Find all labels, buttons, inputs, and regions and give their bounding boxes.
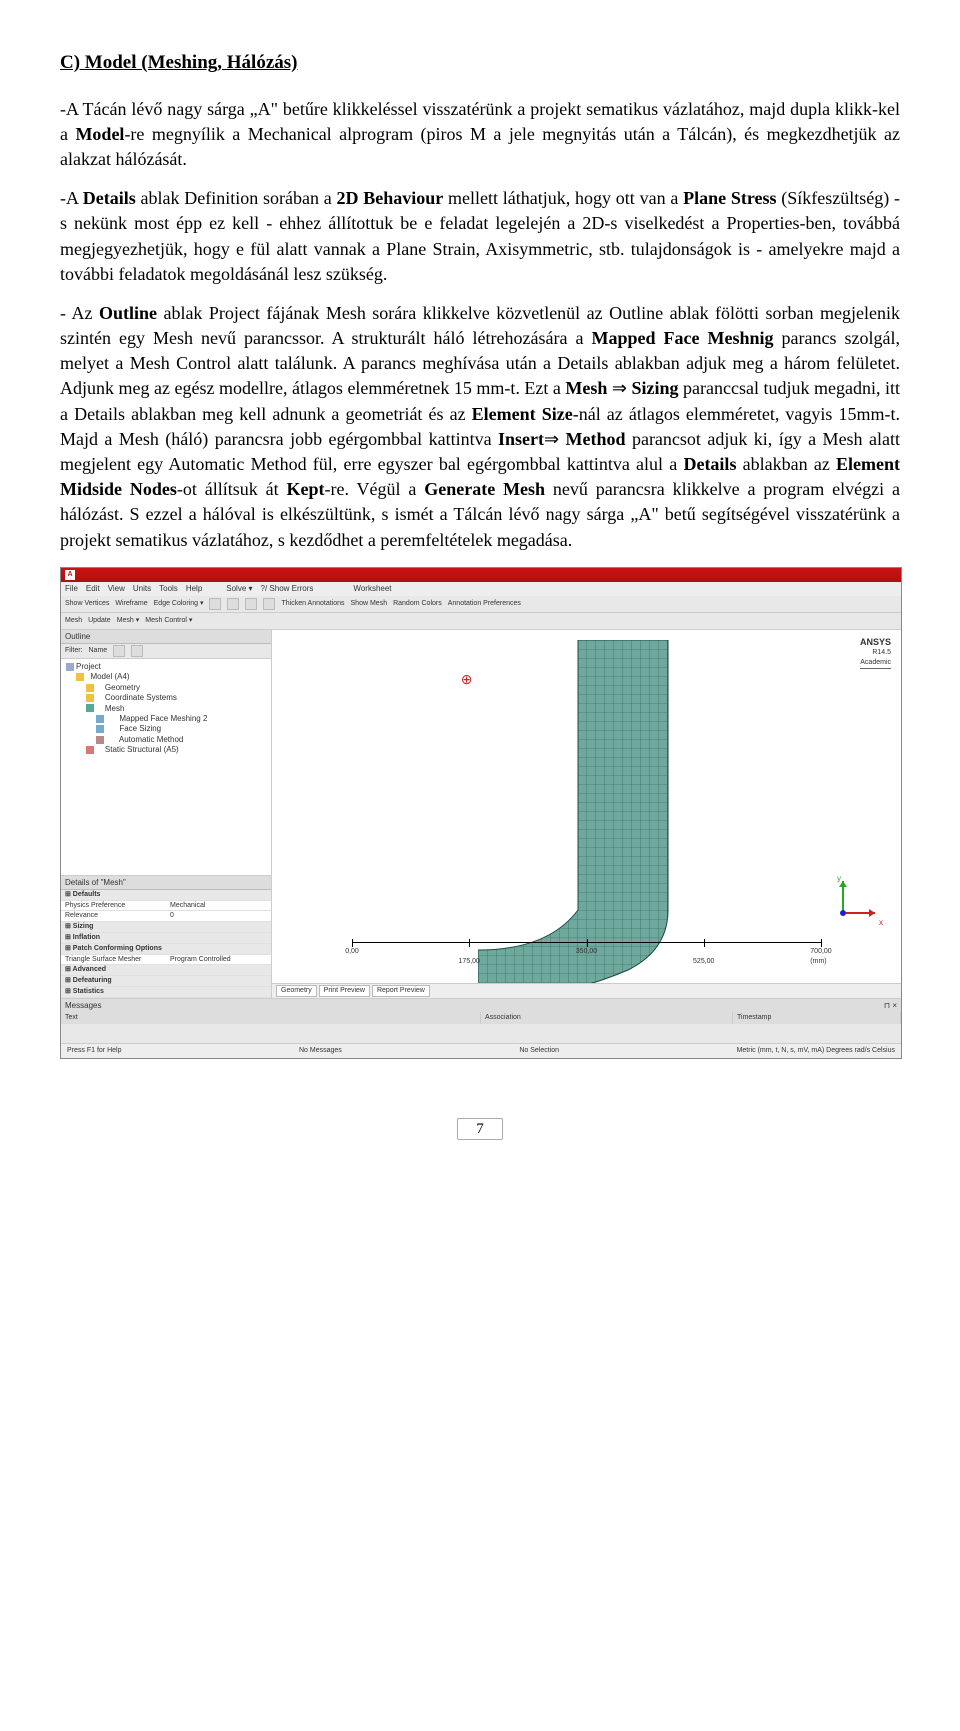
details-section[interactable]: ⊞ Defeaturing [61, 976, 271, 987]
edge-coloring-button[interactable]: Edge Coloring ▾ [154, 599, 204, 609]
details-section[interactable]: ⊞ Sizing [61, 922, 271, 933]
left-pane: Outline Filter: Name Project Model (A4) … [61, 630, 272, 998]
display-toolbar[interactable]: Show Vertices Wireframe Edge Coloring ▾ … [61, 596, 901, 613]
details-section[interactable]: ⊞ Defaults [61, 890, 271, 901]
details-value[interactable]: Mechanical [166, 901, 271, 912]
worksheet-button[interactable]: Worksheet [353, 583, 391, 594]
mesh-control-button[interactable]: Mesh Control ▾ [145, 616, 192, 626]
toolbar-icon[interactable] [245, 598, 257, 610]
details-key: Triangle Surface Mesher [61, 955, 166, 966]
filter-label: Filter: [65, 646, 83, 656]
ansys-logo: ANSYS R14.5 Academic [860, 636, 891, 669]
filter-icon[interactable] [131, 645, 143, 657]
details-section[interactable]: ⊞ Patch Conforming Options [61, 944, 271, 955]
outline-tree[interactable]: Project Model (A4) Geometry Coordinate S… [61, 659, 271, 875]
tab-print-preview[interactable]: Print Preview [319, 985, 370, 997]
messages-title: Messages [65, 1000, 101, 1011]
status-help-hint: Press F1 for Help [67, 1046, 121, 1056]
outline-panel-title: Outline [61, 630, 271, 644]
menu-view[interactable]: View [108, 583, 125, 594]
details-value[interactable]: 0 [166, 911, 271, 922]
menu-file[interactable]: File [65, 583, 78, 594]
details-section[interactable]: ⊞ Statistics [61, 987, 271, 998]
toolbar-icon[interactable] [227, 598, 239, 610]
static-structural-icon [86, 746, 94, 754]
messages-col-text[interactable]: Text [61, 1012, 481, 1024]
ansys-a-icon: A [65, 570, 75, 580]
details-panel[interactable]: Details of "Mesh" ⊞ DefaultsPhysics Pref… [61, 875, 271, 998]
mapped-face-icon [96, 715, 104, 723]
ansys-mechanical-screenshot: A File Edit View Units Tools Help Solve … [60, 567, 902, 1059]
wireframe-button[interactable]: Wireframe [115, 599, 147, 609]
show-vertices-button[interactable]: Show Vertices [65, 599, 109, 609]
tab-report-preview[interactable]: Report Preview [372, 985, 430, 997]
tab-geometry[interactable]: Geometry [276, 985, 317, 997]
menu-edit[interactable]: Edit [86, 583, 100, 594]
messages-col-timestamp[interactable]: Timestamp [733, 1012, 901, 1024]
toolbar-icon[interactable] [209, 598, 221, 610]
details-value[interactable]: Program Controlled [166, 955, 271, 966]
rotation-marker-icon: ⊕ [461, 670, 473, 690]
coordinate-triad: x y [831, 875, 881, 928]
status-bar: Press F1 for Help No Messages No Selecti… [61, 1043, 901, 1058]
annotation-preferences-button[interactable]: Annotation Preferences [448, 599, 521, 609]
status-units: Metric (mm, t, N, s, mV, mA) Degrees rad… [737, 1046, 895, 1056]
filter-value[interactable]: Name [89, 646, 108, 656]
graphics-viewport[interactable]: ANSYS R14.5 Academic ⊕ [272, 630, 901, 998]
details-panel-title: Details of "Mesh" [61, 876, 271, 890]
show-errors-button[interactable]: ?/ Show Errors [261, 583, 314, 594]
project-icon [66, 663, 74, 671]
coord-icon [86, 694, 94, 702]
filter-icon[interactable] [113, 645, 125, 657]
random-colors-button[interactable]: Random Colors [393, 599, 442, 609]
solve-button[interactable]: Solve ▾ [226, 583, 252, 594]
paragraph-2: -A Details ablak Definition sorában a 2D… [60, 186, 900, 287]
mesh-icon [86, 704, 94, 712]
show-mesh-button[interactable]: Show Mesh [351, 599, 388, 609]
mesh-label: Mesh [65, 616, 82, 626]
section-heading: C) Model (Meshing, Hálózás) [60, 50, 900, 77]
thicken-annotations-button[interactable]: Thicken Annotations [281, 599, 344, 609]
menu-help[interactable]: Help [186, 583, 202, 594]
paragraph-1: -A Tácán lévő nagy sárga „A" betűre klik… [60, 97, 900, 173]
status-no-selection: No Selection [519, 1046, 559, 1056]
status-no-messages: No Messages [299, 1046, 342, 1056]
menu-units[interactable]: Units [133, 583, 151, 594]
paragraph-3: - Az Outline ablak Project fájának Mesh … [60, 301, 900, 553]
details-section[interactable]: ⊞ Advanced [61, 965, 271, 976]
window-titlebar[interactable]: A [61, 568, 901, 582]
geometry-icon [86, 684, 94, 692]
page-number: 7 [60, 1119, 900, 1140]
face-sizing-icon [96, 725, 104, 733]
toolbar-icon[interactable] [263, 598, 275, 610]
details-key: Physics Preference [61, 901, 166, 912]
scale-ruler: 0,00 350,00 700,00 (mm) 175,00 525,00 [352, 942, 821, 962]
details-key: Relevance [61, 911, 166, 922]
automatic-method-icon [96, 736, 104, 744]
details-section[interactable]: ⊞ Inflation [61, 933, 271, 944]
viewport-tabs[interactable]: Geometry Print Preview Report Preview [272, 983, 901, 998]
messages-panel[interactable]: Messages ⊓ × Text Association Timestamp [61, 998, 901, 1043]
model-icon [76, 673, 84, 681]
messages-pin-icon[interactable]: ⊓ × [884, 1000, 897, 1011]
menu-bar[interactable]: File Edit View Units Tools Help Solve ▾ … [61, 582, 901, 596]
mesh-menu-button[interactable]: Mesh ▾ [117, 616, 140, 626]
menu-tools[interactable]: Tools [159, 583, 178, 594]
mesh-toolbar[interactable]: Mesh Update Mesh ▾ Mesh Control ▾ [61, 613, 901, 630]
messages-col-association[interactable]: Association [481, 1012, 733, 1024]
mesh-update-button[interactable]: Update [88, 616, 111, 626]
